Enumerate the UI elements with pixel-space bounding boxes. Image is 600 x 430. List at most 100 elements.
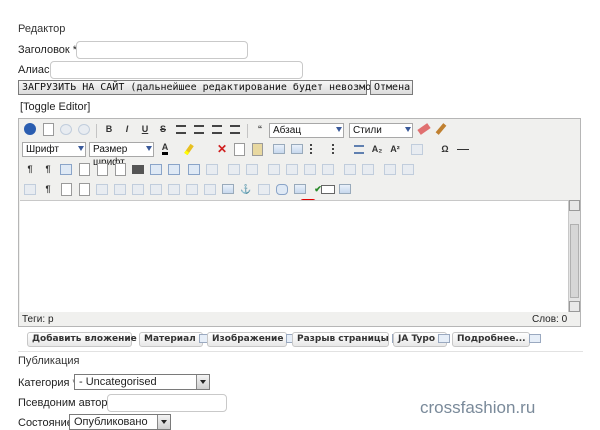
split-cells-icon[interactable] [342,161,358,177]
help-icon[interactable] [22,121,38,137]
ja-typo-button[interactable]: JA Typo [393,332,451,347]
move-forward-icon[interactable] [112,181,128,197]
underline-button[interactable]: U [137,121,153,137]
paste-word-icon[interactable] [289,141,305,157]
horizontal-rule-icon[interactable] [455,141,471,157]
outdent-icon[interactable] [351,141,367,157]
toolbar-row-1: B I U S “ Абзац Стили [19,121,580,141]
template-icon[interactable] [94,161,110,177]
eraser-icon[interactable] [416,121,432,137]
show-blocks-icon[interactable]: ¶ [40,181,56,197]
new-document-icon[interactable] [40,121,56,137]
font-select-value: Шрифт [26,144,59,155]
editor-status-bar: Теги: p Слов: 0 [20,312,581,326]
ltr-icon[interactable]: ¶ [22,161,38,177]
paste-text-icon[interactable] [271,141,287,157]
search-replace-icon[interactable] [166,161,182,177]
text-color-icon[interactable]: A [157,141,173,157]
bold-button[interactable]: B [101,121,117,137]
insert-link-icon[interactable] [274,181,290,197]
article-button[interactable]: Материал [139,332,211,347]
format-select[interactable]: Абзац [269,123,344,138]
table-icon[interactable] [186,161,202,177]
alias-input[interactable] [50,61,303,79]
attributes-icon[interactable] [220,181,236,197]
subscript-button[interactable]: A₂ [369,141,385,157]
link-icon[interactable] [409,141,425,157]
editor-content-area[interactable] [20,200,568,312]
delete-col-icon[interactable] [320,161,336,177]
print-icon[interactable] [130,161,146,177]
table-row-icon[interactable] [204,161,220,177]
pagebreak-button[interactable]: Разрыв страницы [292,332,404,347]
paste-icon[interactable] [249,141,265,157]
undo-icon[interactable] [58,121,74,137]
align-right-icon[interactable] [227,121,243,137]
abbreviation-icon[interactable] [148,181,164,197]
strikethrough-button[interactable]: S [155,121,171,137]
delete-row-icon[interactable] [266,161,282,177]
insert-layer-icon[interactable] [94,181,110,197]
category-select[interactable]: - Uncategorised [74,374,210,390]
special-char-button[interactable]: Ω [437,141,453,157]
cut-icon[interactable]: ✕ [214,141,230,157]
bullet-list-icon[interactable] [307,141,323,157]
spellcheck-icon[interactable] [148,161,164,177]
insertion-icon[interactable] [202,181,218,197]
acronym-icon[interactable] [166,181,182,197]
justify-full-icon[interactable] [173,121,189,137]
row-props-icon[interactable] [400,161,416,177]
insert-date-icon[interactable] [58,181,74,197]
col-before-icon[interactable] [284,161,300,177]
blockquote-button[interactable]: “ [252,121,268,137]
numbered-list-icon[interactable] [329,141,345,157]
readmore-button[interactable]: Подробнее... [452,332,541,347]
path-value[interactable]: p [48,314,54,325]
pagebreak-icon[interactable] [337,181,353,197]
align-center-icon[interactable] [209,121,225,137]
superscript-button[interactable]: A² [387,141,403,157]
scroll-up-icon[interactable] [569,200,580,211]
ja-typo-label: JA Typo [398,334,436,344]
row-before-icon[interactable] [226,161,242,177]
chevron-down-icon [405,127,411,132]
italic-button[interactable]: I [119,121,135,137]
scroll-thumb[interactable] [570,224,579,298]
preview-icon[interactable] [76,161,92,177]
move-backward-icon[interactable] [130,181,146,197]
rtl-icon[interactable]: ¶ [40,161,56,177]
font-size-select[interactable]: Размер шрифт [89,142,154,168]
visual-aid-icon[interactable] [22,181,38,197]
fullscreen-icon[interactable] [58,161,74,177]
upload-button[interactable]: ЗАГРУЗИТЬ НА САЙТ (дальнейшее редактиров… [18,80,395,95]
row-after-icon[interactable] [244,161,260,177]
merge-cells-icon[interactable] [360,161,376,177]
deletion-icon[interactable] [184,181,200,197]
col-after-icon[interactable] [302,161,318,177]
toggle-editor-link[interactable]: [Toggle Editor] [20,101,90,113]
unlink-icon[interactable] [256,181,272,197]
paintbrush-icon[interactable] [433,121,449,137]
insert-time-icon[interactable] [76,181,92,197]
align-left-icon[interactable] [191,121,207,137]
toolbar-separator [96,124,97,138]
scroll-down-icon[interactable] [569,301,580,312]
highlight-color-icon[interactable] [181,141,197,157]
styles-select[interactable]: Стили [349,123,413,138]
insert-image-icon[interactable] [292,181,308,197]
title-input[interactable] [76,41,248,59]
state-value: Опубликовано [74,416,148,428]
editor-scrollbar[interactable] [568,200,580,312]
add-attachment-button[interactable]: Добавить вложение [27,332,137,347]
redo-icon[interactable] [76,121,92,137]
copy-icon[interactable] [231,141,247,157]
image-button[interactable]: Изображение [207,332,299,347]
readmore-icon[interactable] [319,181,337,197]
anchor-icon[interactable]: ⚓ [238,181,254,197]
cancel-button[interactable]: Отмена [370,80,413,95]
font-select[interactable]: Шрифт [22,142,86,157]
state-select[interactable]: Опубликовано [69,414,171,430]
author-alias-input[interactable] [107,394,227,412]
cell-props-icon[interactable] [382,161,398,177]
save-icon[interactable] [112,161,128,177]
